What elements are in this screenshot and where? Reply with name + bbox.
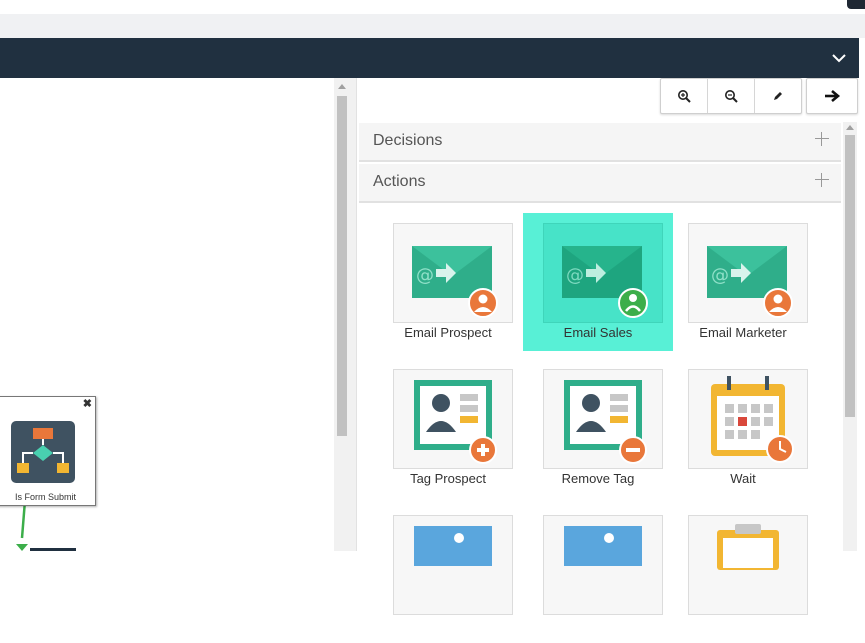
action-label: Wait: [730, 471, 756, 486]
tag-prospect-icon: [393, 369, 513, 469]
remove-tag-icon: [543, 369, 663, 469]
canvas-scrollbar[interactable]: [334, 78, 350, 551]
chevron-down-icon[interactable]: [829, 48, 849, 68]
calendar-clock-icon: [688, 369, 808, 469]
svg-text:@: @: [416, 265, 434, 286]
next-button[interactable]: [806, 78, 858, 114]
zoom-out-button[interactable]: [708, 79, 755, 113]
email-sales-icon: @: [543, 223, 663, 323]
email-prospect-icon: @: [393, 223, 513, 323]
action-tag-prospect[interactable]: Tag Prospect: [373, 359, 523, 497]
action-label: Remove Tag: [561, 471, 635, 486]
corner-tab[interactable]: [847, 0, 865, 9]
top-bar: [0, 0, 865, 38]
scroll-thumb[interactable]: [845, 135, 855, 417]
plus-icon[interactable]: [815, 173, 829, 187]
toolbar: [660, 78, 858, 114]
svg-text:@: @: [711, 265, 729, 286]
action-wait[interactable]: Wait: [668, 359, 818, 497]
action-email-sales[interactable]: @ Email Sales: [523, 213, 673, 351]
action-label: Email Sales: [563, 325, 633, 340]
pencil-icon: [774, 92, 782, 100]
email-marketer-icon: @: [688, 223, 808, 323]
toolbar-group: [660, 78, 802, 114]
close-icon[interactable]: ✖: [83, 397, 92, 410]
action-email-marketer[interactable]: @ Email Marketer: [668, 213, 818, 351]
panel-header[interactable]: [0, 38, 859, 78]
zoom-out-icon: [725, 90, 738, 103]
svg-text:@: @: [566, 265, 584, 286]
scroll-up-arrow[interactable]: [846, 125, 854, 130]
action-label: Email Marketer: [699, 325, 787, 340]
accordion-actions[interactable]: Actions: [359, 164, 841, 203]
blue-action-icon: [543, 515, 663, 615]
arrow-right-icon: [825, 90, 841, 102]
actions-panel: Decisions Actions @ Email Prospect @ Ema…: [356, 78, 860, 615]
action-tile-partial[interactable]: [373, 505, 523, 643]
blue-action-icon: [393, 515, 513, 615]
actions-label: Actions: [373, 173, 426, 190]
clipboard-icon: [688, 515, 808, 615]
top-strip: [0, 0, 865, 14]
accordion-decisions[interactable]: Decisions: [359, 123, 841, 162]
panel-scrollbar[interactable]: [843, 122, 857, 551]
action-tile-partial[interactable]: [523, 505, 673, 643]
zoom-in-icon: [678, 90, 691, 103]
scroll-up-arrow[interactable]: [338, 84, 346, 89]
decisions-label: Decisions: [373, 132, 443, 149]
plus-icon[interactable]: [815, 132, 829, 146]
action-label: Email Prospect: [404, 325, 492, 340]
action-label: Tag Prospect: [410, 471, 486, 486]
node-caption: Is Form Submit: [14, 492, 76, 502]
action-remove-tag[interactable]: Remove Tag: [523, 359, 673, 497]
workflow-canvas[interactable]: ✖ Is Form Submit: [0, 78, 334, 551]
action-tile-partial[interactable]: [668, 505, 818, 643]
action-email-prospect[interactable]: @ Email Prospect: [373, 213, 523, 351]
decision-flowchart-icon: [11, 421, 75, 483]
edit-button[interactable]: [755, 79, 801, 113]
flow-node-is-form-submit[interactable]: ✖ Is Form Submit: [0, 396, 96, 506]
zoom-in-button[interactable]: [661, 79, 708, 113]
scroll-thumb[interactable]: [337, 96, 347, 436]
